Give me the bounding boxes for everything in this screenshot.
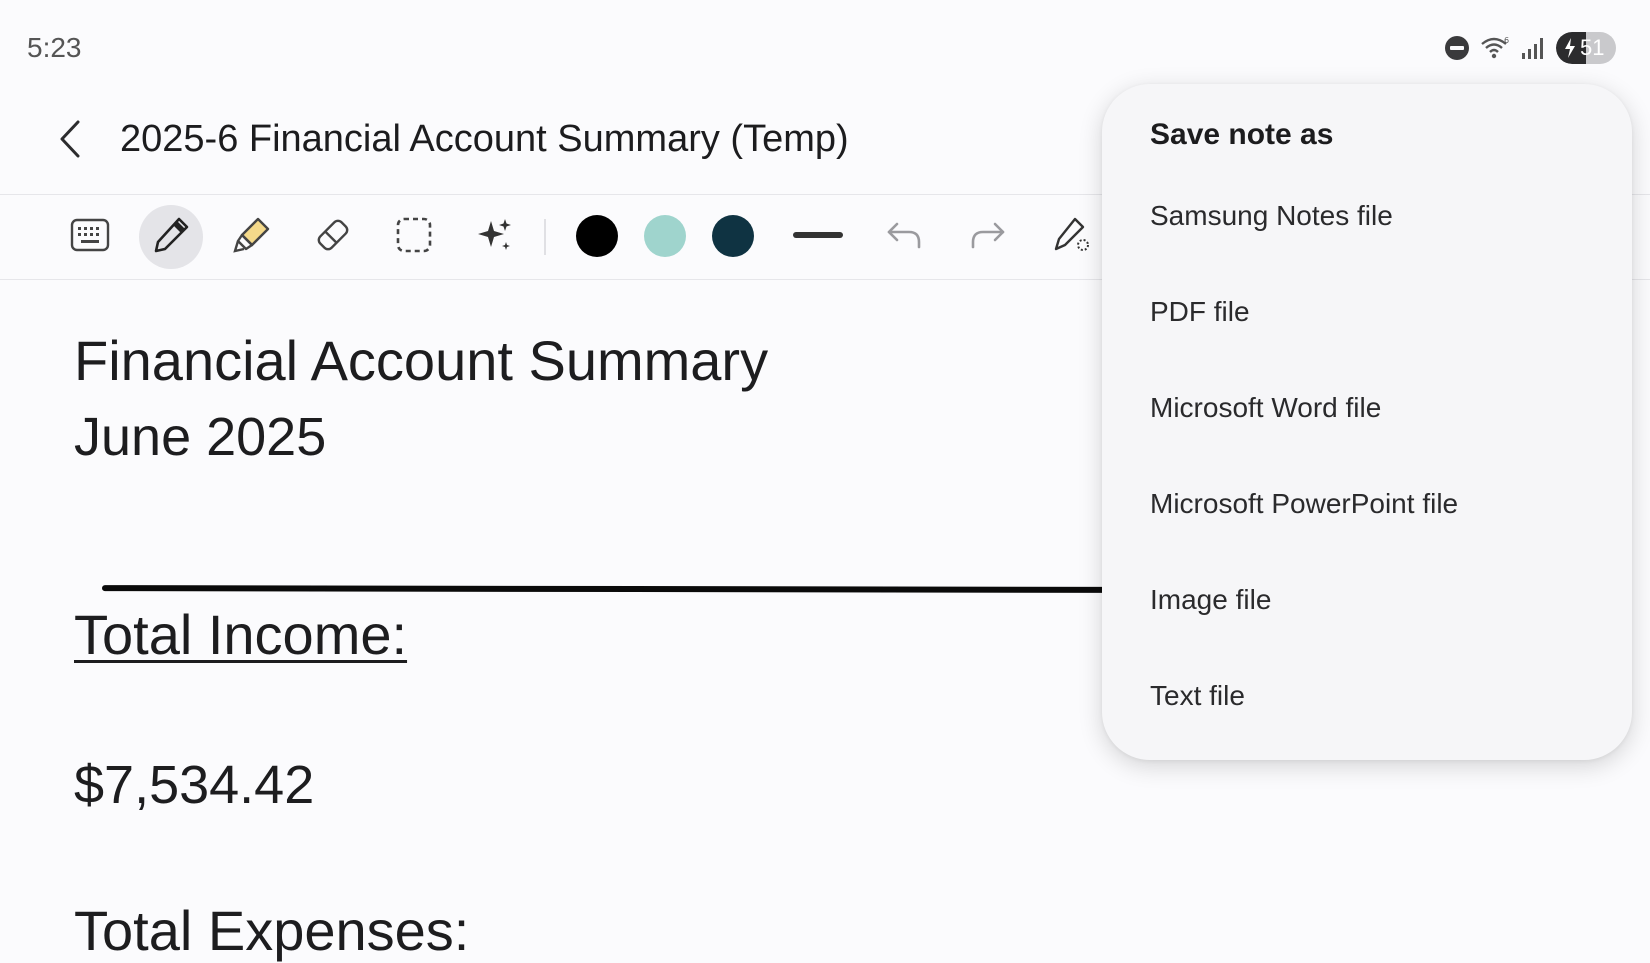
eraser-icon	[313, 215, 353, 260]
status-bar: 5:23 6 51	[0, 0, 1650, 96]
menu-item-text[interactable]: Text file	[1102, 654, 1632, 738]
menu-title: Save note as	[1150, 118, 1334, 151]
selection-button[interactable]	[382, 205, 446, 269]
menu-item-powerpoint[interactable]: Microsoft PowerPoint file	[1102, 462, 1632, 546]
menu-item-image[interactable]: Image file	[1102, 558, 1632, 642]
battery-charging-icon	[1564, 38, 1576, 58]
undo-icon	[885, 220, 923, 255]
ai-assist-button[interactable]	[463, 205, 527, 269]
keyboard-icon	[70, 218, 110, 257]
redo-button[interactable]	[956, 205, 1020, 269]
save-note-as-menu: Save note as Samsung Notes file PDF file…	[1102, 84, 1632, 760]
menu-item-pdf[interactable]: PDF file	[1102, 270, 1632, 354]
color-swatch-mint[interactable]	[644, 215, 686, 257]
undo-button[interactable]	[872, 205, 936, 269]
svg-text:6: 6	[1504, 36, 1509, 45]
menu-item-samsung-notes[interactable]: Samsung Notes file	[1102, 174, 1632, 258]
keyboard-button[interactable]	[58, 205, 122, 269]
toolbar-divider	[544, 219, 546, 255]
color-swatch-black[interactable]	[576, 215, 618, 257]
pen-settings-button[interactable]	[1040, 205, 1104, 269]
income-value: $7,534.42	[74, 755, 315, 815]
pen-icon	[151, 215, 191, 260]
battery-indicator: 51	[1556, 32, 1616, 64]
back-arrow-icon	[58, 119, 82, 164]
status-time: 5:23	[27, 32, 82, 63]
document-heading: Financial Account Summary	[74, 329, 769, 392]
battery-level: 51	[1580, 35, 1605, 60]
pen-button[interactable]	[139, 205, 203, 269]
stroke-width-button[interactable]	[786, 205, 850, 269]
wifi-icon: 6	[1480, 35, 1510, 61]
do-not-disturb-icon	[1444, 35, 1470, 61]
highlighter-icon	[232, 215, 272, 260]
expenses-label: Total Expenses:	[74, 899, 470, 962]
back-button[interactable]	[50, 116, 90, 166]
highlighter-button[interactable]	[220, 205, 284, 269]
status-icons: 6 51	[1444, 30, 1616, 66]
color-swatch-navy[interactable]	[712, 215, 754, 257]
document-subheading: June 2025	[74, 407, 327, 467]
eraser-button[interactable]	[301, 205, 365, 269]
note-title: 2025-6 Financial Account Summary (Temp)	[120, 118, 849, 160]
stroke-width-icon	[793, 225, 843, 250]
pen-settings-icon	[1051, 215, 1093, 260]
ai-sparkle-icon	[475, 215, 515, 260]
menu-item-word[interactable]: Microsoft Word file	[1102, 366, 1632, 450]
handwritten-line	[101, 585, 1113, 593]
signal-icon	[1520, 35, 1546, 61]
selection-icon	[394, 215, 434, 260]
income-label: Total Income:	[74, 603, 408, 666]
redo-icon	[969, 220, 1007, 255]
